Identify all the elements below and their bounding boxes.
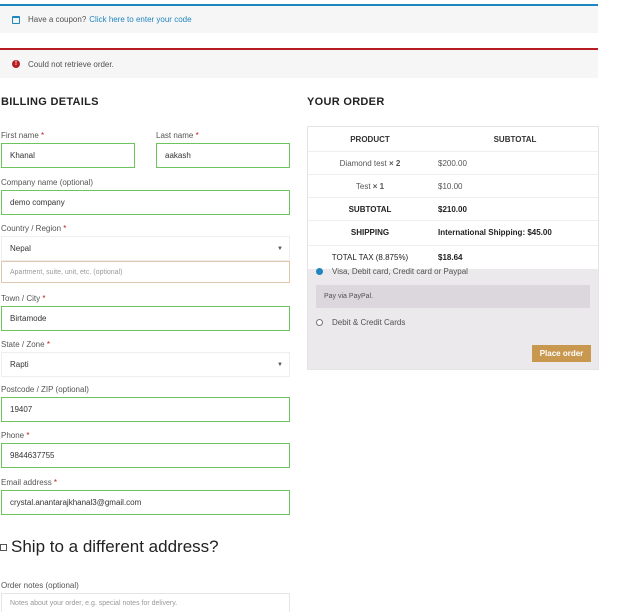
coupon-text: Have a coupon? — [28, 15, 87, 24]
company-label: Company name (optional) — [1, 178, 94, 187]
coupon-notice: Have a coupon? Click here to enter your … — [0, 4, 598, 33]
order-table: PRODUCT SUBTOTAL Diamond test × 2 $200.0… — [308, 127, 598, 269]
state-select[interactable]: Rapti ▼ — [1, 352, 290, 377]
postcode-input[interactable]: 19407 — [1, 397, 290, 422]
paypal-radio[interactable] — [316, 267, 323, 275]
table-row: Test × 1 $10.00 — [308, 175, 598, 198]
shipping-row: SHIPPING International Shipping: $45.00 — [308, 221, 598, 246]
state-label: State / Zone * — [1, 340, 50, 349]
error-text: Could not retrieve order. — [28, 59, 114, 69]
col-subtotal: SUBTOTAL — [493, 135, 537, 144]
ship-different-address[interactable]: Ship to a different address? — [0, 537, 219, 557]
phone-label: Phone * — [1, 431, 30, 440]
item-price: $10.00 — [438, 182, 463, 191]
order-review: PRODUCT SUBTOTAL Diamond test × 2 $200.0… — [307, 126, 599, 370]
ship-checkbox[interactable] — [0, 543, 7, 551]
tax-label: TOTAL TAX (8.875%) — [331, 253, 409, 262]
table-row: Diamond test × 2 $200.00 — [308, 152, 598, 175]
last-name-input[interactable]: aakash — [156, 143, 290, 168]
calendar-icon — [12, 15, 20, 24]
cards-radio[interactable] — [316, 319, 323, 326]
apartment-placeholder: Apartment, suite, unit, etc. (optional) — [10, 268, 123, 276]
email-label: Email address * — [1, 478, 58, 487]
subtotal-row: SUBTOTAL $210.00 — [308, 198, 598, 221]
subtotal-label: SUBTOTAL — [348, 205, 392, 214]
chevron-down-icon: ▼ — [277, 362, 283, 368]
item-name: Diamond test × 2 — [339, 159, 401, 168]
order-notes-input[interactable]: Notes about your order, e.g. special not… — [1, 593, 290, 612]
shipping-label: SHIPPING — [350, 228, 390, 237]
first-name-input[interactable]: Khanal — [1, 143, 135, 168]
tax-value: $18.64 — [438, 253, 463, 262]
payment-methods: Visa, Debit card, Credit card or Paypal … — [308, 266, 598, 369]
col-product: PRODUCT — [350, 135, 390, 144]
payment-option-paypal[interactable]: Visa, Debit card, Credit card or Paypal — [316, 266, 468, 276]
paypal-description: Pay via PayPal. — [316, 285, 590, 308]
postcode-label: Postcode / ZIP (optional) — [1, 385, 89, 394]
company-input[interactable]: demo company — [1, 190, 290, 215]
shipping-value: International Shipping: $45.00 — [438, 228, 552, 237]
order-heading: YOUR ORDER — [307, 96, 385, 108]
place-order-button[interactable]: Place order — [532, 345, 591, 362]
state-value: Rapti — [10, 360, 29, 369]
item-name: Test × 1 — [355, 182, 385, 191]
email-input[interactable]: crystal.anantarajkhanal3@gmail.com — [1, 490, 290, 515]
ship-label: Ship to a different address? — [11, 537, 219, 556]
error-icon: ! — [12, 60, 20, 68]
item-price: $200.00 — [438, 159, 467, 168]
town-input[interactable]: Birtamode — [1, 306, 290, 331]
subtotal-value: $210.00 — [438, 205, 467, 214]
paypal-label: Visa, Debit card, Credit card or Paypal — [332, 266, 468, 276]
coupon-link[interactable]: Click here to enter your code — [89, 15, 191, 24]
payment-option-cards[interactable]: Debit & Credit Cards — [316, 318, 405, 327]
order-notes-label: Order notes (optional) — [1, 581, 79, 590]
cards-label: Debit & Credit Cards — [332, 318, 406, 327]
country-label: Country / Region * — [1, 224, 67, 233]
billing-heading: BILLING DETAILS — [1, 96, 99, 108]
country-value: Nepal — [10, 244, 31, 253]
town-label: Town / City * — [1, 294, 46, 303]
error-notice: ! Could not retrieve order. — [0, 48, 598, 78]
first-name-label: First name * — [1, 131, 45, 140]
phone-input[interactable]: 9844637755 — [1, 443, 290, 468]
country-select[interactable]: Nepal ▼ — [1, 236, 290, 261]
order-notes-placeholder: Notes about your order, e.g. special not… — [10, 599, 178, 607]
last-name-label: Last name * — [156, 131, 199, 140]
apartment-input[interactable]: Apartment, suite, unit, etc. (optional) — [1, 261, 290, 283]
chevron-down-icon: ▼ — [277, 246, 283, 252]
table-header: PRODUCT SUBTOTAL — [308, 127, 598, 152]
